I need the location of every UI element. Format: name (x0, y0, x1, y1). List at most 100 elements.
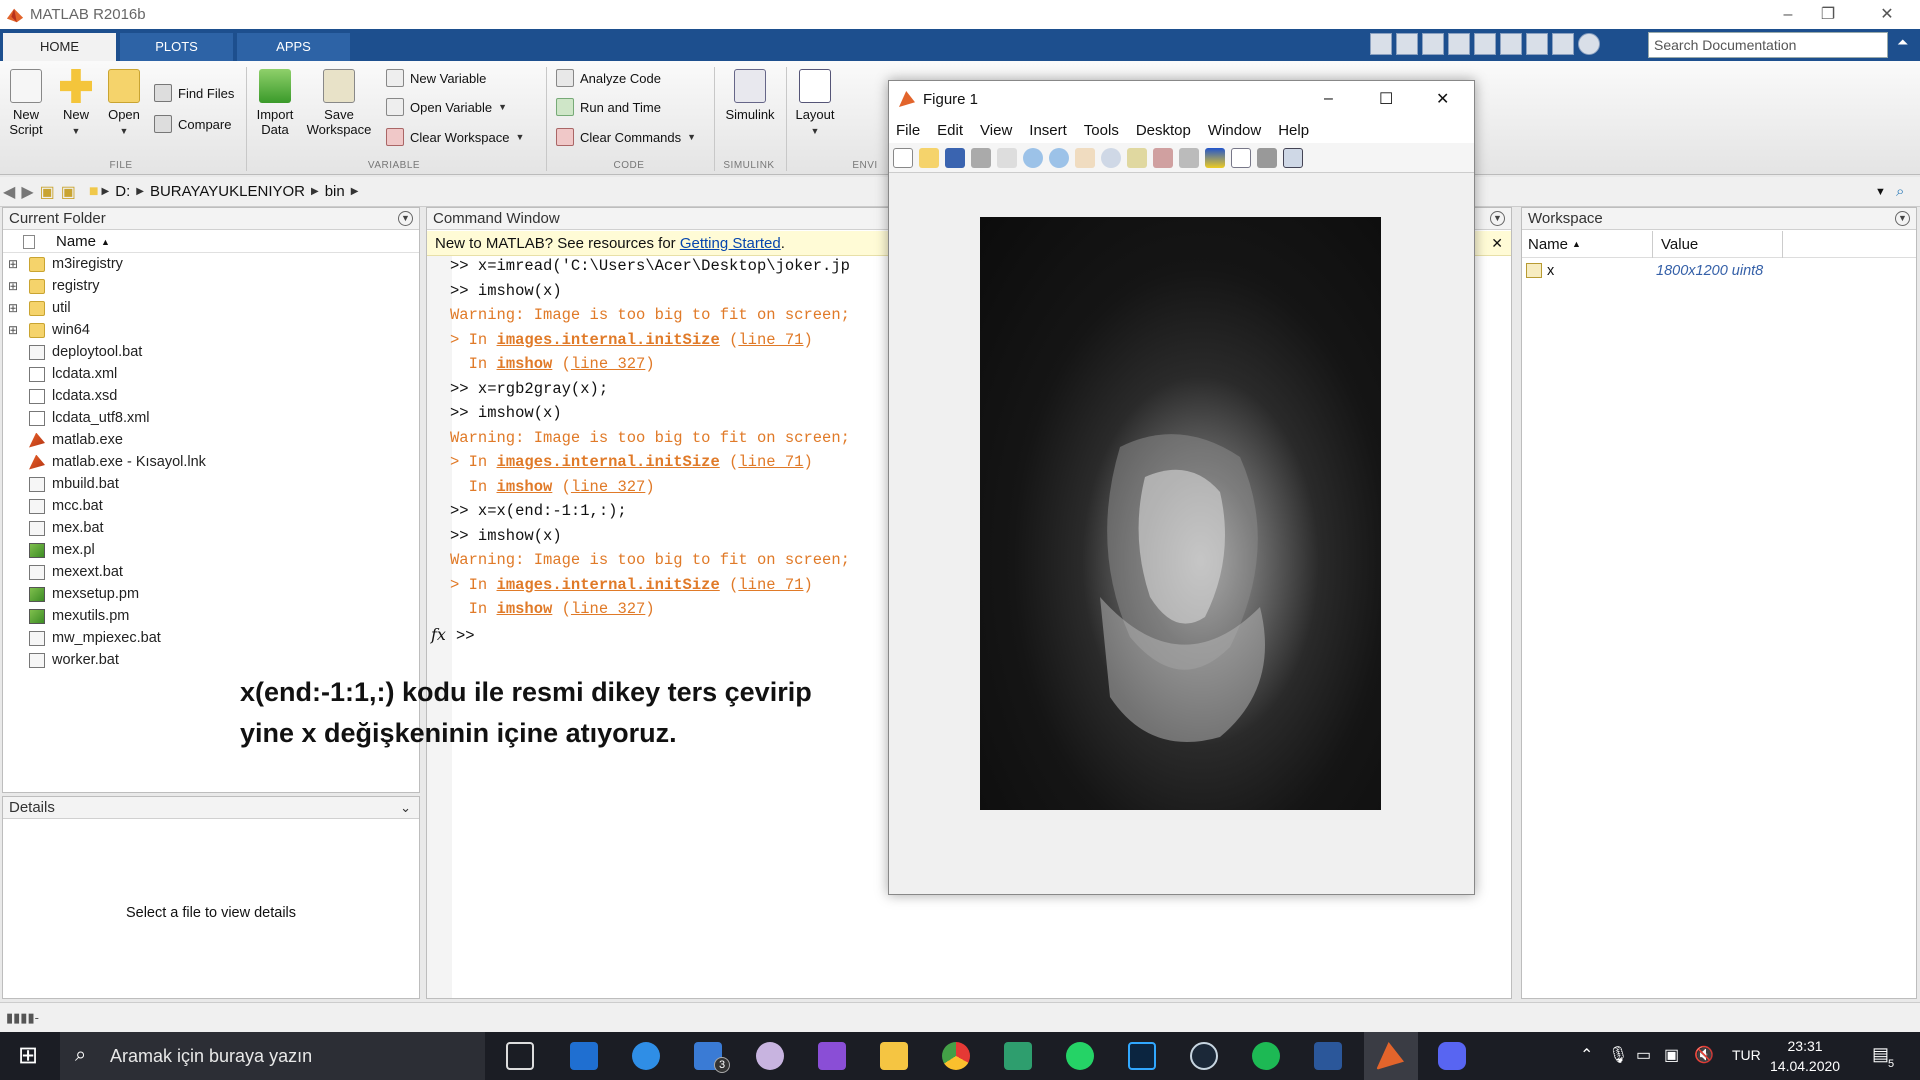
list-item[interactable]: worker.bat (3, 649, 419, 671)
workspace-column-header[interactable]: Name ▲ Value (1522, 231, 1916, 258)
menu-view[interactable]: View (980, 122, 1012, 139)
whatsapp-icon[interactable] (1066, 1042, 1094, 1070)
simulink-button[interactable]: Simulink (722, 69, 778, 122)
function-link[interactable]: imshow (497, 478, 553, 496)
tab-plots[interactable]: PLOTS (120, 33, 233, 61)
panel-actions-icon[interactable]: ▼ (398, 211, 413, 226)
visual-studio-icon[interactable] (818, 1042, 846, 1070)
taskbar-search-input[interactable]: Aramak için buraya yazın (60, 1032, 485, 1080)
pan-icon[interactable] (1075, 147, 1095, 168)
list-item[interactable]: mcc.bat (3, 495, 419, 517)
panel-actions-icon[interactable]: ▼ (1490, 211, 1505, 226)
list-item[interactable]: mexsetup.pm (3, 583, 419, 605)
up-folder-icon[interactable]: ▣ (40, 182, 55, 202)
menu-tools[interactable]: Tools (1084, 122, 1119, 139)
list-item[interactable]: mw_mpiexec.bat (3, 627, 419, 649)
maximize-button[interactable]: ☐ (1379, 89, 1393, 109)
minimize-button[interactable]: – (1324, 90, 1333, 108)
chrome-icon[interactable] (942, 1042, 970, 1070)
list-item[interactable]: matlab.exe (3, 429, 419, 451)
list-item[interactable]: deploytool.bat (3, 341, 419, 363)
hide-plot-tools-icon[interactable] (1257, 147, 1277, 168)
legend-icon[interactable] (1231, 147, 1251, 168)
list-item[interactable]: ⊞ registry (3, 275, 419, 297)
network-icon[interactable]: ▣ (1664, 1045, 1679, 1065)
list-item[interactable]: mex.pl (3, 539, 419, 561)
line-number-link[interactable]: line 71 (738, 576, 803, 594)
function-link[interactable]: imshow (497, 600, 553, 618)
open-variable-button[interactable]: Open Variable ▼ (386, 98, 507, 116)
photoshop-icon[interactable] (1128, 1042, 1156, 1070)
brush-icon[interactable] (1153, 147, 1173, 168)
redo-icon[interactable] (1526, 33, 1548, 55)
data-cursor-icon[interactable] (1127, 147, 1147, 168)
list-item[interactable]: mexutils.pm (3, 605, 419, 627)
new-variable-button[interactable]: New Variable (386, 69, 486, 87)
rotate-3d-icon[interactable] (1101, 147, 1121, 168)
chevron-down-icon[interactable]: ⌄ (400, 797, 411, 819)
details-header[interactable]: Details ⌄ (3, 797, 419, 819)
close-button[interactable]: ✕ (1864, 0, 1910, 29)
line-number-link[interactable]: line 327 (571, 478, 645, 496)
spotify-icon[interactable] (1252, 1042, 1280, 1070)
line-number-link[interactable]: line 71 (738, 331, 803, 349)
edit-plot-icon[interactable] (997, 147, 1017, 168)
help-icon[interactable] (1578, 33, 1600, 55)
list-item[interactable]: matlab.exe - Kısayol.lnk (3, 451, 419, 473)
save-workspace-button[interactable]: Save Workspace (304, 69, 374, 137)
show-plot-tools-icon[interactable] (1283, 147, 1303, 168)
zoom-in-icon[interactable] (1023, 147, 1043, 168)
collapse-ribbon-icon[interactable]: ⏶ (1897, 34, 1908, 51)
pycharm-icon[interactable] (1004, 1042, 1032, 1070)
clock[interactable]: 23:31 14.04.2020 (1770, 1036, 1840, 1076)
expand-icon[interactable]: ⊞ (7, 257, 19, 271)
workspace-value-column[interactable]: Value (1661, 231, 1698, 258)
line-number-link[interactable]: line 327 (571, 600, 645, 618)
getting-started-link[interactable]: Getting Started (680, 235, 781, 252)
clear-commands-button[interactable]: Clear Commands ▼ (556, 128, 696, 146)
discord-icon[interactable] (1438, 1042, 1466, 1070)
show-hidden-icons-icon[interactable]: ⌃ (1580, 1045, 1593, 1065)
save-figure-icon[interactable] (945, 147, 965, 168)
command-prompt[interactable]: >> (456, 627, 475, 645)
analyze-code-button[interactable]: Analyze Code (556, 69, 661, 87)
function-link[interactable]: images.internal.initSize (497, 453, 720, 471)
edge-icon[interactable] (632, 1042, 660, 1070)
open-button[interactable]: Open ▼ (106, 69, 142, 139)
column-header[interactable]: Name ▲ (3, 231, 419, 253)
word-icon[interactable] (1314, 1042, 1342, 1070)
function-link[interactable]: images.internal.initSize (497, 576, 720, 594)
expand-icon[interactable]: ⊞ (7, 279, 19, 293)
list-item[interactable]: mex.bat (3, 517, 419, 539)
search-documentation-input[interactable]: Search Documentation (1648, 32, 1888, 58)
expand-icon[interactable]: ⊞ (7, 323, 19, 337)
list-item[interactable]: ⊞ util (3, 297, 419, 319)
run-and-time-button[interactable]: Run and Time (556, 98, 661, 116)
line-number-link[interactable]: line 71 (738, 453, 803, 471)
folder-search-icon[interactable]: ⌕ (1896, 183, 1904, 200)
steam-icon[interactable] (1190, 1042, 1218, 1070)
battery-icon[interactable]: ▭ (1636, 1045, 1651, 1065)
menu-window[interactable]: Window (1208, 122, 1261, 139)
address-dropdown-icon[interactable]: ▼ (1875, 186, 1886, 198)
notifications-icon[interactable]: ▤ (1872, 1044, 1889, 1065)
expand-icon[interactable]: ⊞ (7, 301, 19, 315)
list-item[interactable]: lcdata.xsd (3, 385, 419, 407)
snipping-tool-icon[interactable] (756, 1042, 784, 1070)
search-icon[interactable]: ⌕ (1870, 35, 1878, 52)
zoom-out-icon[interactable] (1049, 147, 1069, 168)
store-icon[interactable] (570, 1042, 598, 1070)
tab-apps[interactable]: APPS (237, 33, 350, 61)
list-item[interactable]: mexext.bat (3, 561, 419, 583)
panel-actions-icon[interactable]: ▼ (1895, 211, 1910, 226)
clear-workspace-button[interactable]: Clear Workspace ▼ (386, 128, 524, 146)
task-view-icon[interactable] (506, 1042, 534, 1070)
tab-home[interactable]: HOME (3, 33, 116, 61)
undo-icon[interactable] (1500, 33, 1522, 55)
save-icon[interactable] (1396, 33, 1418, 55)
new-button[interactable]: New ▼ (58, 69, 94, 139)
function-link[interactable]: images.internal.initSize (497, 331, 720, 349)
list-item[interactable]: ⊞ win64 (3, 319, 419, 341)
function-link[interactable]: imshow (497, 355, 553, 373)
browse-folder-icon[interactable]: ▣ (61, 182, 76, 202)
